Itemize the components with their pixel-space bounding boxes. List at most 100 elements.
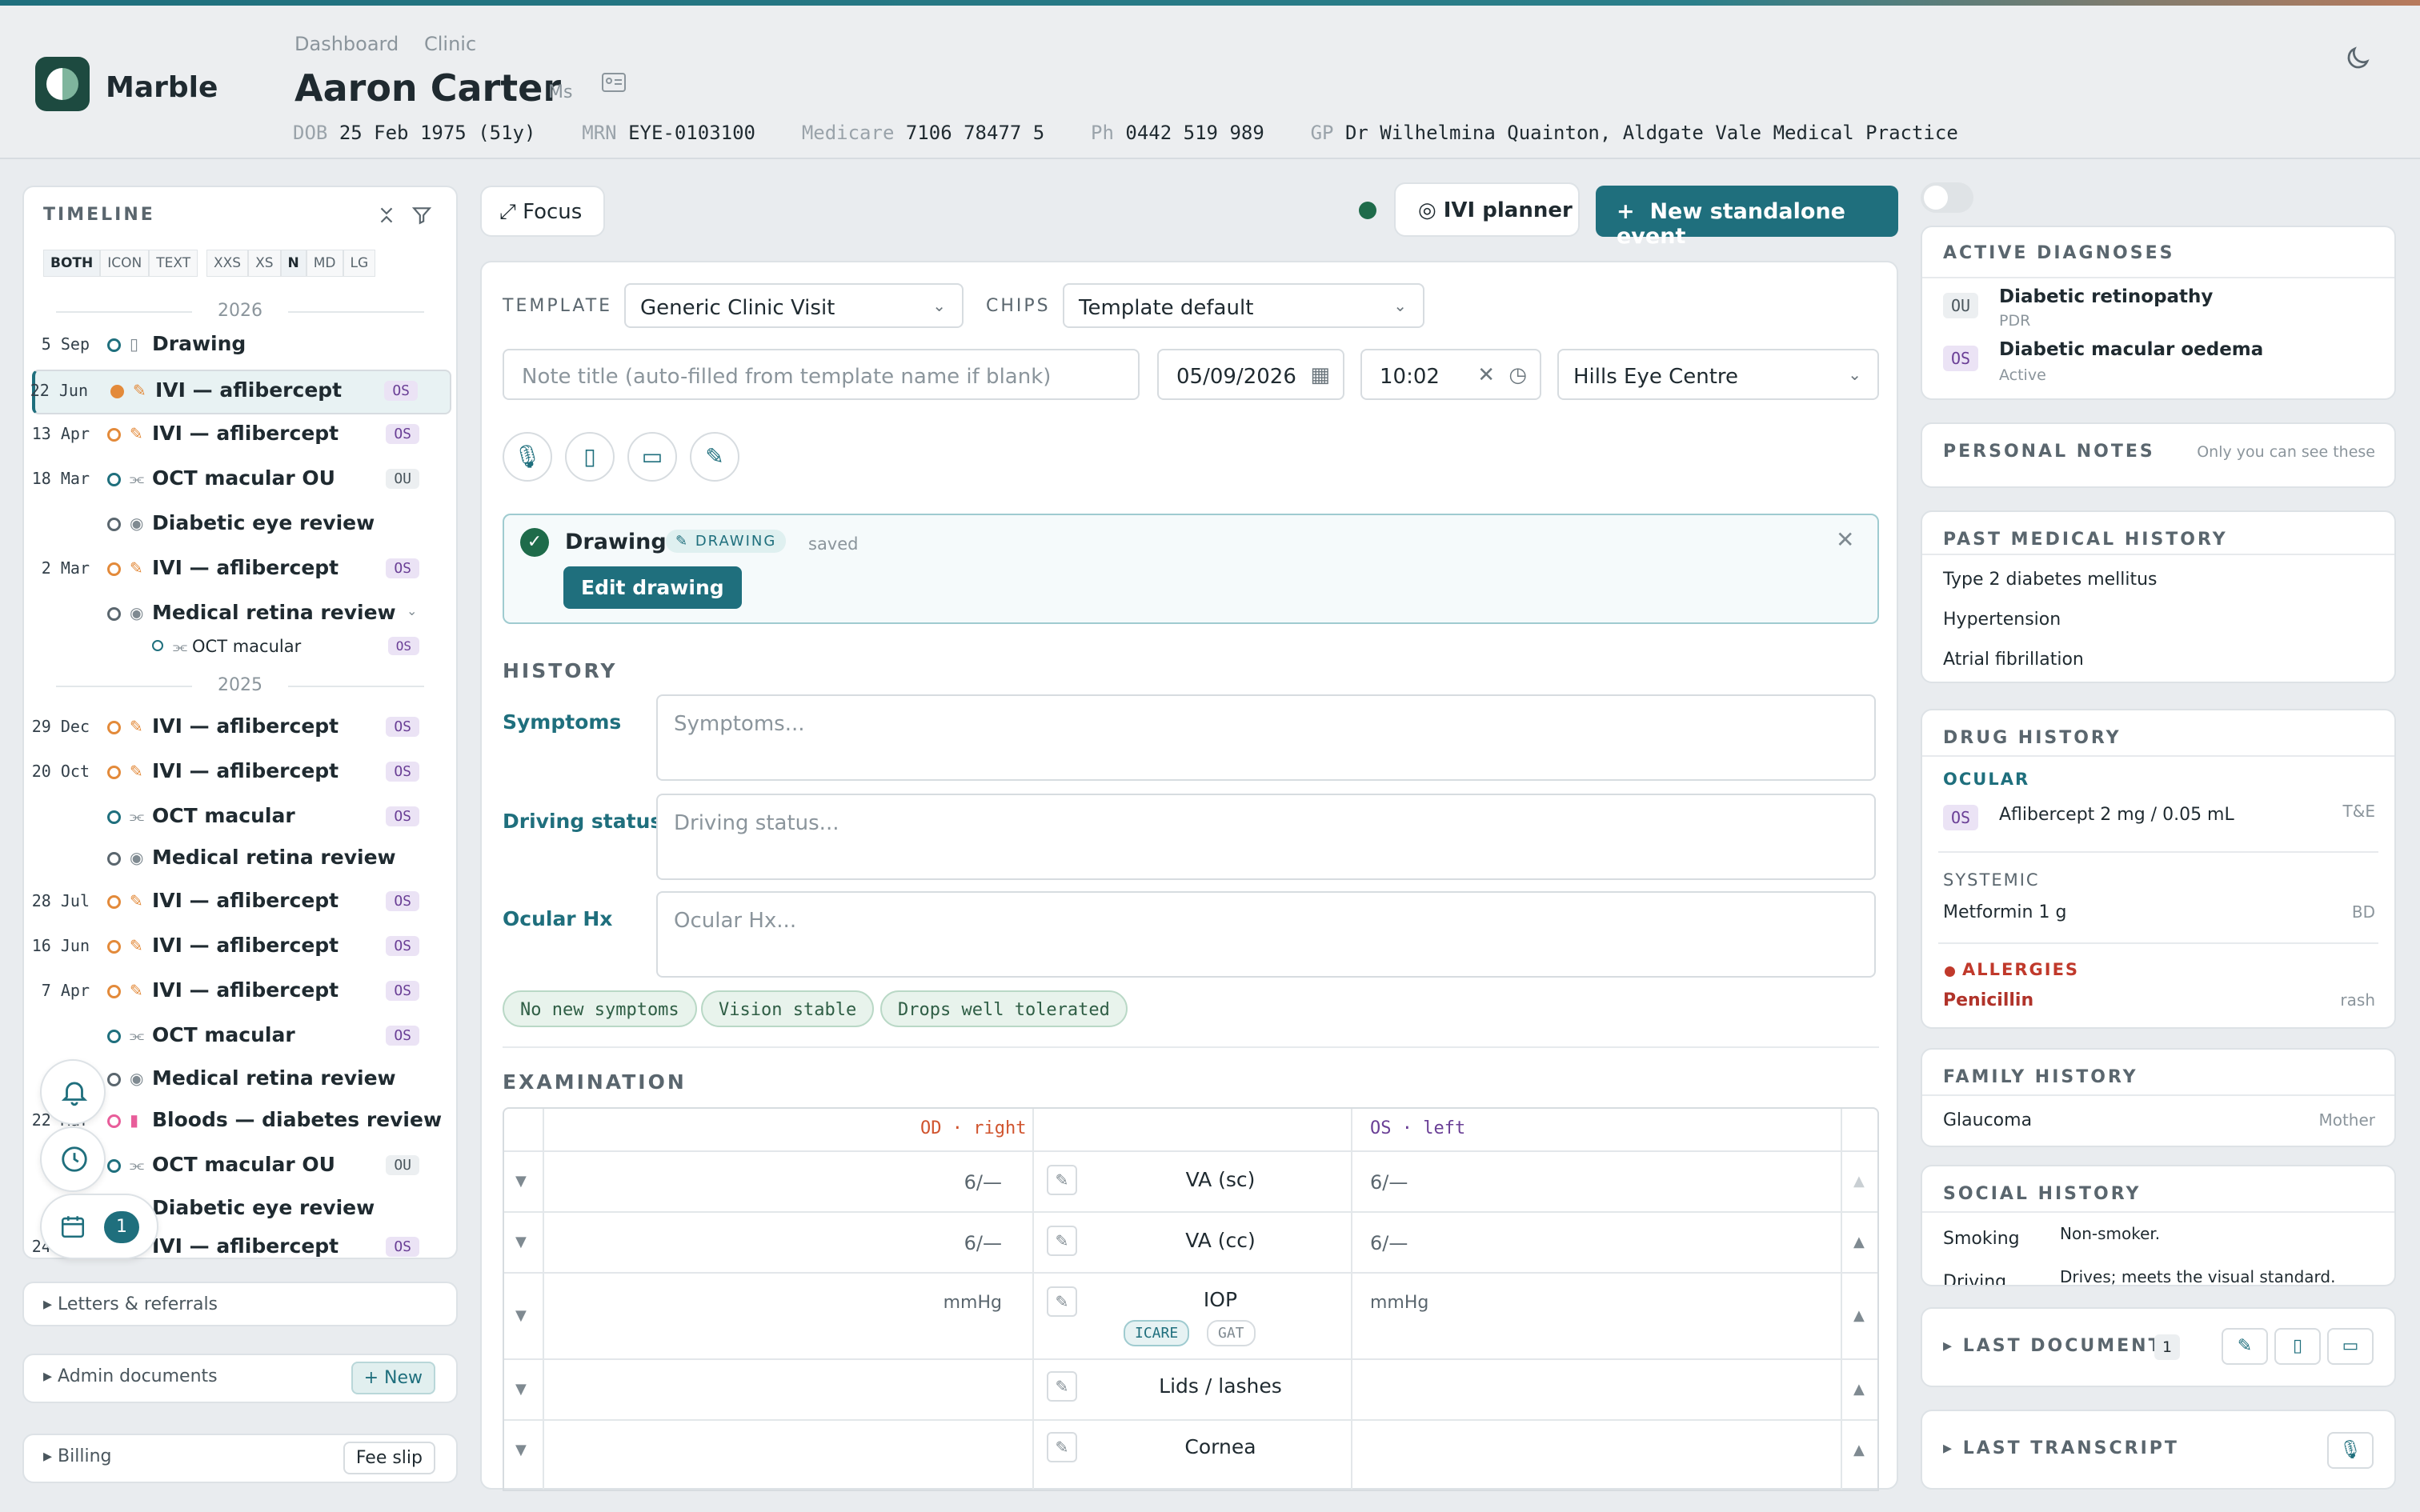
size-xxs[interactable]: XXS (206, 250, 249, 277)
notifications-button[interactable] (40, 1059, 106, 1125)
phone-upload-document-button[interactable]: ▯ (2274, 1328, 2321, 1365)
iop-method-icare[interactable]: ICARE (1124, 1320, 1190, 1346)
expand-od-icon[interactable]: ▼ (515, 1173, 527, 1190)
timeline-row[interactable]: 2 Mar ✎ IVI — aflibercept OS (32, 549, 451, 589)
mode-both[interactable]: BOTH (43, 250, 101, 277)
ocular-drug[interactable]: Aflibercept 2 mg / 0.05 mL (1999, 805, 2234, 825)
mode-icon[interactable]: ICON (100, 250, 150, 277)
history-button[interactable] (40, 1126, 106, 1192)
personal-notes-card[interactable]: PERSONAL NOTES Only you can see these (1921, 422, 2396, 488)
collapse-icon[interactable] (376, 205, 397, 226)
iop-method-gat[interactable]: GAT (1207, 1320, 1256, 1346)
size-md[interactable]: MD (306, 250, 343, 277)
od-value[interactable]: mmHg (944, 1293, 1002, 1313)
driving-status-textarea[interactable]: Driving status... (656, 794, 1876, 880)
fee-slip-button[interactable]: Fee slip (343, 1442, 435, 1474)
chip-no-new-symptoms[interactable]: No new symptoms (503, 990, 697, 1027)
new-standalone-event-button[interactable]: + New standalone event (1596, 186, 1898, 249)
edit-pencil-icon[interactable]: ✎ (1047, 1165, 1077, 1195)
symptoms-textarea[interactable]: Symptoms... (656, 694, 1876, 781)
screen-upload-button[interactable]: ▭ (627, 432, 677, 482)
od-value[interactable]: 6/— (964, 1171, 1002, 1194)
chip-vision-stable[interactable]: Vision stable (701, 990, 875, 1027)
expand-os-icon[interactable]: ▲ (1853, 1307, 1865, 1324)
new-admin-document-button[interactable]: + New (351, 1362, 435, 1394)
expand-od-icon[interactable]: ▼ (515, 1381, 527, 1398)
edit-pencil-icon[interactable]: ✎ (1047, 1432, 1077, 1462)
ivi-planner-button[interactable]: ◎ IVI planner (1394, 182, 1580, 237)
panel-toggle-switch[interactable] (1921, 182, 1973, 213)
focus-button[interactable]: ⤢ Focus (480, 186, 605, 237)
location-select[interactable]: Hills Eye Centre ⌄ (1557, 349, 1879, 400)
dictate-button[interactable]: 🎙 (503, 432, 552, 482)
expand-os-icon[interactable]: ▲ (1853, 1234, 1865, 1250)
expand-od-icon[interactable]: ▼ (515, 1234, 527, 1250)
screen-upload-document-button[interactable]: ▭ (2327, 1328, 2374, 1365)
size-n[interactable]: N (280, 250, 307, 277)
os-value[interactable]: 6/— (1370, 1232, 1408, 1254)
ocular-hx-textarea[interactable]: Ocular Hx... (656, 891, 1876, 978)
timeline-row[interactable]: 16 Jun ✎ IVI — aflibercept OS (32, 926, 451, 966)
clear-icon[interactable]: ✕ (1477, 363, 1495, 387)
chevron-down-icon[interactable]: ⌄ (407, 603, 417, 618)
record-transcript-button[interactable]: 🎙 (2327, 1432, 2374, 1469)
template-select[interactable]: Generic Clinic Visit ⌄ (624, 283, 964, 328)
time-input[interactable]: 10:02 ✕ ◷ (1360, 349, 1541, 400)
expand-os-icon[interactable]: ▲ (1853, 1381, 1865, 1398)
timeline-row[interactable]: ◉ Medical retina review (32, 838, 451, 878)
timeline-subrow[interactable]: ⫘ OCT macular OS (32, 630, 451, 662)
family-history-item[interactable]: Glaucoma (1943, 1110, 2032, 1130)
dark-mode-moon-icon[interactable] (2343, 44, 2372, 73)
edit-pencil-icon[interactable]: ✎ (1047, 1286, 1077, 1317)
date-input[interactable]: 05/09/2026 ▦ (1157, 349, 1344, 400)
timeline-row[interactable]: 18 Mar ⫘ OCT macular OU OU (32, 459, 451, 499)
pmh-item[interactable]: Hypertension (1943, 610, 2061, 630)
os-value[interactable]: mmHg (1370, 1293, 1428, 1313)
chips-select[interactable]: Template default ⌄ (1063, 283, 1424, 328)
pmh-item[interactable]: Type 2 diabetes mellitus (1943, 570, 2158, 590)
timeline-row[interactable]: ◉ Diabetic eye review (32, 504, 451, 544)
phone-upload-button[interactable]: ▯ (565, 432, 615, 482)
edit-drawing-button[interactable]: Edit drawing (563, 566, 742, 609)
last-document-card[interactable]: ▸ LAST DOCUMENT 1 ✎ ▯ ▭ (1921, 1307, 2396, 1387)
breadcrumb-clinic[interactable]: Clinic (424, 33, 476, 55)
timeline-row[interactable]: 5 Sep ▯ Drawing (32, 325, 451, 365)
last-transcript-card[interactable]: ▸ LAST TRANSCRIPT 🎙 (1921, 1410, 2396, 1490)
letters-referrals-section[interactable]: ▸ Letters & referrals (22, 1282, 458, 1326)
dx-name[interactable]: Diabetic retinopathy (1999, 286, 2213, 307)
timeline-row[interactable]: 20 Oct ✎ IVI — aflibercept OS (32, 752, 451, 792)
edit-pencil-icon[interactable]: ✎ (1047, 1226, 1077, 1256)
timeline-row[interactable]: 13 Apr ✎ IVI — aflibercept OS (32, 414, 451, 454)
breadcrumb-dashboard[interactable]: Dashboard (294, 33, 399, 55)
os-value[interactable]: 6/— (1370, 1171, 1408, 1194)
draw-button[interactable]: ✎ (690, 432, 739, 482)
id-card-icon[interactable] (602, 73, 626, 92)
mode-text[interactable]: TEXT (149, 250, 198, 277)
size-lg[interactable]: LG (343, 250, 376, 277)
systemic-drug[interactable]: Metformin 1 g (1943, 902, 2066, 922)
edit-pencil-icon[interactable]: ✎ (1047, 1371, 1077, 1402)
expand-od-icon[interactable]: ▼ (515, 1442, 527, 1458)
pmh-item[interactable]: Atrial fibrillation (1943, 650, 2084, 670)
timeline-row[interactable]: ⫘ OCT macular OS (32, 797, 451, 837)
timeline-row[interactable]: 29 Dec ✎ IVI — aflibercept OS (32, 707, 451, 747)
chip-drops-well-tolerated[interactable]: Drops well tolerated (880, 990, 1128, 1027)
timeline-row[interactable]: ◉ Medical retina review ⌄ (32, 594, 451, 634)
billing-section[interactable]: ▸ Billing Fee slip (22, 1434, 458, 1483)
calendar-icon[interactable]: ▦ (1310, 363, 1330, 387)
timeline-row[interactable]: ⫘ OCT macular OS (32, 1016, 451, 1056)
expand-os-icon[interactable]: ▲ (1853, 1442, 1865, 1458)
timeline-row-selected[interactable]: 22 Jun ✎ IVI — aflibercept OS (30, 370, 451, 414)
od-value[interactable]: 6/— (964, 1232, 1002, 1254)
size-xs[interactable]: XS (248, 250, 281, 277)
draw-document-button[interactable]: ✎ (2222, 1328, 2268, 1365)
filter-icon[interactable] (411, 205, 432, 226)
expand-os-icon[interactable]: ▲ (1853, 1173, 1865, 1190)
calendar-button[interactable]: 1 (40, 1194, 158, 1259)
smoking-value[interactable]: Non-smoker. (2060, 1224, 2160, 1243)
admin-documents-section[interactable]: ▸ Admin documents + New (22, 1354, 458, 1403)
clock-icon[interactable]: ◷ (1508, 363, 1527, 387)
timeline-row[interactable]: 7 Apr ✎ IVI — aflibercept OS (32, 971, 451, 1011)
allergy-item[interactable]: Penicillin (1943, 990, 2033, 1010)
timeline-row[interactable]: 28 Jul ✎ IVI — aflibercept OS (32, 882, 451, 922)
